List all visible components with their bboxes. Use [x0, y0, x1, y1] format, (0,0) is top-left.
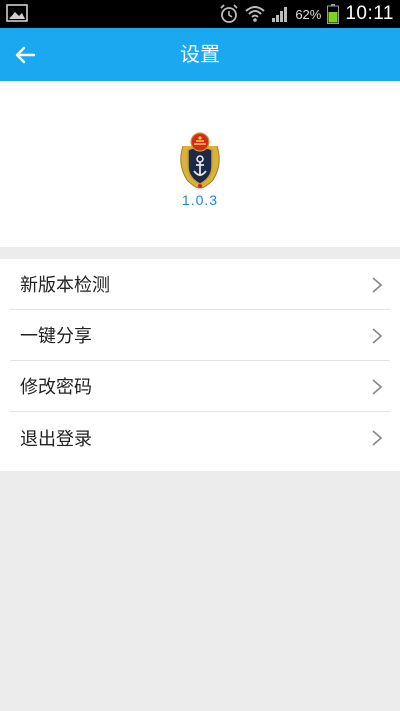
- alarm-icon: [220, 4, 238, 23]
- app-info-panel: 1.0.3: [0, 81, 400, 247]
- status-icons: 62% 10:11: [219, 0, 394, 28]
- battery-percent: 62%: [295, 6, 322, 22]
- chevron-right-icon: [372, 277, 383, 293]
- menu-item-label: 修改密码: [20, 377, 92, 398]
- version-label: 1.0.3: [181, 192, 219, 208]
- page-title: 设置: [180, 42, 220, 66]
- menu-item-label: 退出登录: [20, 428, 92, 450]
- app-bar: 设置: [0, 28, 400, 81]
- clock: 10:11: [345, 3, 394, 24]
- settings-menu: 新版本检测 一键分享 修改密码 退出登录: [0, 259, 400, 471]
- menu-item-label: 一键分享: [20, 326, 92, 347]
- chevron-right-icon: [372, 328, 383, 344]
- emblem-logo: [180, 132, 220, 189]
- chevron-right-icon: [372, 379, 383, 395]
- status-bar: 62% 10:11: [0, 0, 400, 28]
- gallery-icon: [6, 4, 28, 22]
- chevron-right-icon: [372, 430, 383, 446]
- menu-item-label: 新版本检测: [20, 275, 110, 296]
- battery-icon: [327, 4, 340, 24]
- menu-item-check-update[interactable]: 新版本检测: [10, 259, 390, 310]
- menu-item-logout[interactable]: 退出登录: [10, 412, 390, 463]
- back-button[interactable]: [8, 38, 42, 72]
- back-arrow-icon: [15, 46, 36, 64]
- signal-icon: [272, 7, 288, 22]
- wifi-icon: [245, 6, 265, 22]
- menu-item-share[interactable]: 一键分享: [10, 310, 390, 361]
- menu-item-change-password[interactable]: 修改密码: [10, 361, 390, 412]
